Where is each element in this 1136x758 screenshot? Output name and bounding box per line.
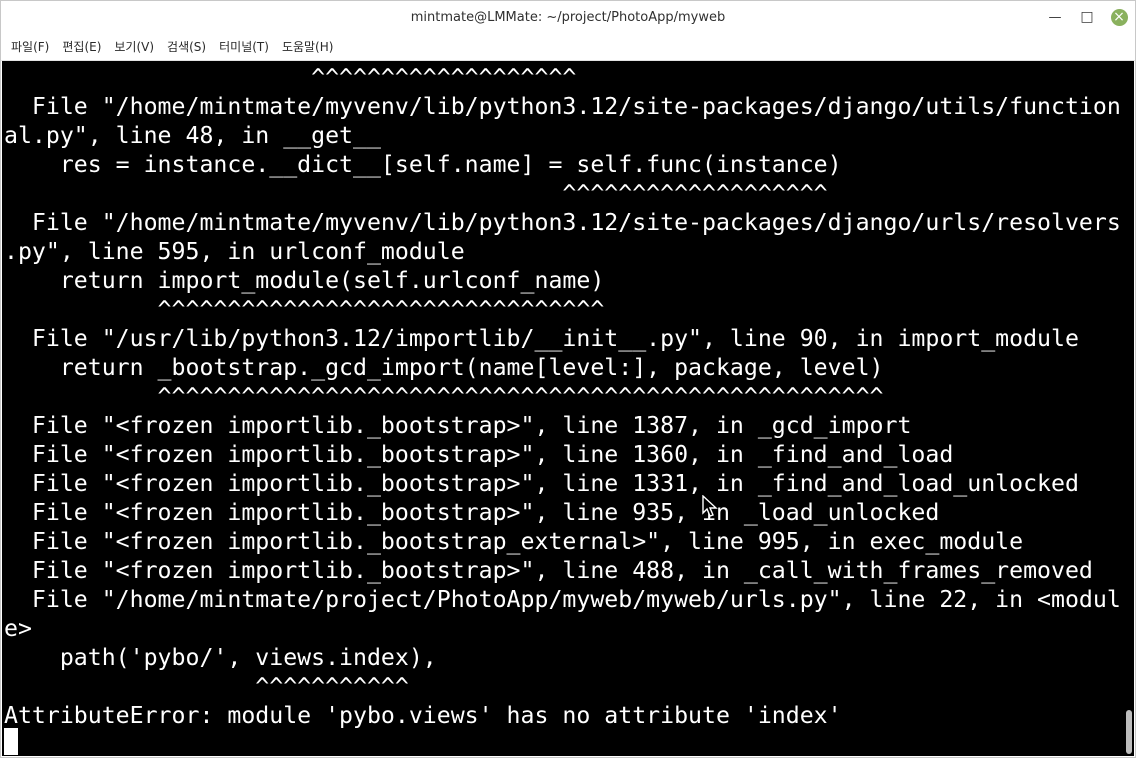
terminal-line: return _bootstrap._gcd_import(name[level… [4, 354, 884, 381]
terminal-line: File "/usr/lib/python3.12/importlib/__in… [4, 325, 1079, 352]
title-bar[interactable]: mintmate@LMMate: ~/project/PhotoApp/mywe… [1, 1, 1135, 33]
terminal-line: File "/home/mintmate/myvenv/lib/python3.… [4, 209, 1120, 236]
terminal-line: File "<frozen importlib._bootstrap>", li… [4, 557, 1093, 584]
window-title: mintmate@LMMate: ~/project/PhotoApp/mywe… [410, 9, 726, 25]
scrollbar-thumb[interactable] [1126, 710, 1132, 754]
text-cursor [4, 728, 18, 755]
terminal-line: File "/home/mintmate/project/PhotoApp/my… [4, 586, 1120, 613]
menu-bar: 파일(F) 편집(E) 보기(V) 검색(S) 터미널(T) 도움말(H) [1, 33, 1135, 61]
terminal-line: File "<frozen importlib._bootstrap_exter… [4, 528, 1024, 555]
terminal-line: ^^^^^^^^^^^^^^^^^^^^^^^^^^^^^^^^ [4, 296, 605, 323]
maximize-button[interactable]: □ [1071, 1, 1103, 33]
maximize-icon: □ [1080, 9, 1094, 25]
terminal-line: ^^^^^^^^^^^^^^^^^^^ [4, 64, 577, 91]
terminal-line: ^^^^^^^^^^^^^^^^^^^^^^^^^^^^^^^^^^^^^^^^… [4, 383, 884, 410]
terminal-line: File "<frozen importlib._bootstrap>", li… [4, 470, 1079, 497]
terminal-line: .py", line 595, in urlconf_module [4, 238, 465, 265]
terminal-line: File "<frozen importlib._bootstrap>", li… [4, 412, 912, 439]
terminal-output[interactable]: ^^^^^^^^^^^^^^^^^^^ File "/home/mintmate… [2, 61, 1134, 756]
minimize-icon: — [1048, 9, 1062, 25]
menu-search[interactable]: 검색(S) [161, 35, 212, 58]
terminal-line: ^^^^^^^^^^^^^^^^^^^ [4, 180, 828, 207]
mouse-pointer-icon [702, 495, 718, 517]
terminal-lines: ^^^^^^^^^^^^^^^^^^^ File "/home/mintmate… [4, 63, 1120, 730]
terminal-line: File "<frozen importlib._bootstrap>", li… [4, 441, 954, 468]
terminal-line: path('pybo/', views.index), [4, 644, 437, 671]
menu-help[interactable]: 도움말(H) [276, 35, 340, 58]
terminal-line: ^^^^^^^^^^^ [4, 673, 409, 700]
terminal-line: return import_module(self.urlconf_name) [4, 267, 605, 294]
terminal-window: mintmate@LMMate: ~/project/PhotoApp/mywe… [0, 0, 1136, 758]
window-controls: — □ × [1039, 1, 1135, 33]
terminal-line: res = instance.__dict__[self.name] = sel… [4, 151, 842, 178]
terminal-line: File "/home/mintmate/myvenv/lib/python3.… [4, 93, 1120, 120]
menu-terminal[interactable]: 터미널(T) [213, 35, 275, 58]
close-button[interactable]: × [1103, 1, 1135, 33]
terminal-line: al.py", line 48, in __get__ [4, 122, 381, 149]
terminal-line: e> [4, 615, 32, 642]
minimize-button[interactable]: — [1039, 1, 1071, 33]
close-icon: × [1110, 8, 1128, 26]
menu-file[interactable]: 파일(F) [5, 35, 55, 58]
menu-edit[interactable]: 편집(E) [56, 35, 107, 58]
terminal-line: AttributeError: module 'pybo.views' has … [4, 702, 842, 729]
terminal-line: File "<frozen importlib._bootstrap>", li… [4, 499, 940, 526]
menu-view[interactable]: 보기(V) [108, 35, 160, 58]
scrollbar[interactable] [1124, 61, 1134, 756]
